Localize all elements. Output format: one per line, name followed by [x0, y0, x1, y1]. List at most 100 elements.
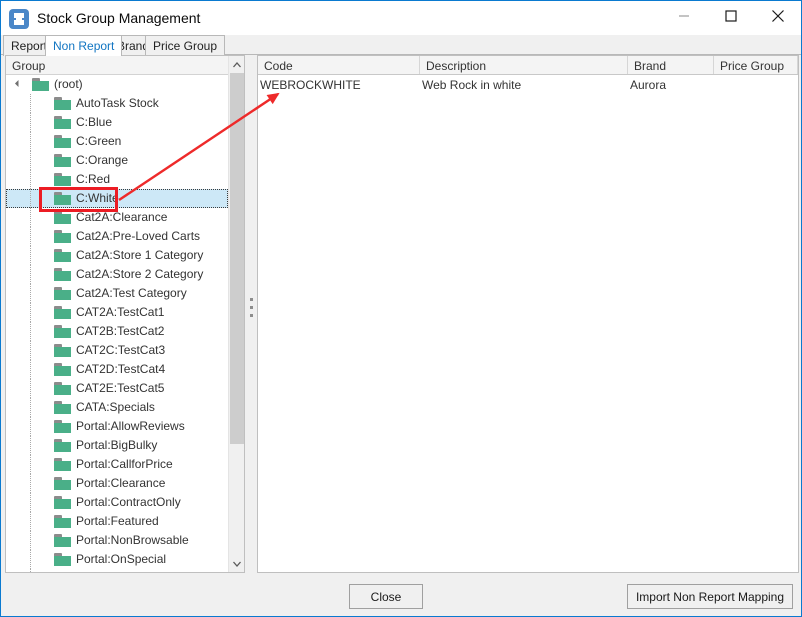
folder-icon [54, 477, 71, 490]
tree-guide-line [30, 398, 32, 417]
tree-item-portal-contractonly[interactable]: Portal:ContractOnly [6, 493, 228, 512]
tree-guide-line [30, 360, 32, 379]
tree-item-label: Cat2A:Pre-Loved Carts [76, 229, 201, 243]
tree-guide-line [30, 531, 32, 550]
grid-column-header-description[interactable]: Description [420, 56, 628, 74]
tree-item-label: CAT2E:TestCat5 [76, 381, 165, 395]
tree-item-label: C:Blue [76, 115, 113, 129]
chevron-down-icon [233, 561, 241, 567]
tree-item-cat2a-pre-loved-carts[interactable]: Cat2A:Pre-Loved Carts [6, 227, 228, 246]
panel-splitter[interactable] [246, 55, 256, 573]
tree-guide-line [30, 322, 32, 341]
tab-non-report[interactable]: Non Report [45, 35, 123, 56]
tree-item-label: Cat2A:Store 2 Category [76, 267, 204, 281]
folder-icon [54, 192, 71, 205]
tree-item-cat2a-testcat1[interactable]: CAT2A:TestCat1 [6, 303, 228, 322]
grid-column-header-brand[interactable]: Brand [628, 56, 714, 74]
stock-group-management-window: Stock Group Management Report Non Report… [0, 0, 802, 617]
tree-item-label: Portal:Clearance [76, 476, 166, 490]
folder-icon [54, 116, 71, 129]
tree-item-c-blue[interactable]: C:Blue [6, 113, 228, 132]
close-window-button[interactable] [755, 1, 801, 31]
grid-cell-description: Web Rock in white [422, 78, 522, 92]
maximize-button[interactable] [708, 1, 754, 31]
tree-guide-line [30, 550, 32, 569]
tree-guide-line [30, 170, 32, 189]
window-title: Stock Group Management [37, 10, 201, 26]
tree-scroll-up-button[interactable] [229, 56, 244, 73]
tree-item-label: Portal:Featured [76, 514, 159, 528]
folder-icon [54, 97, 71, 110]
grid-column-header-code[interactable]: Code [258, 56, 420, 74]
tree-expander-icon[interactable] [14, 79, 23, 88]
tree-item-cata-specials[interactable]: CATA:Specials [6, 398, 228, 417]
tree-item-root[interactable]: (root) [6, 75, 228, 94]
minimize-button[interactable] [661, 1, 707, 31]
tree-item-label: Cat2A:Test Category [76, 286, 187, 300]
tree-scrollbar[interactable] [228, 56, 244, 572]
tree-item-label: AutoTask Stock [76, 96, 159, 110]
tree-scroll-thumb[interactable] [230, 73, 244, 444]
tree-item-label: Portal:AllowReviews [76, 419, 185, 433]
tree-guide-line [30, 132, 32, 151]
folder-icon [54, 553, 71, 566]
folder-icon [54, 496, 71, 509]
folder-icon [54, 401, 71, 414]
tree-column-header: Group [6, 56, 244, 75]
tree-item-cat2a-test-category[interactable]: Cat2A:Test Category [6, 284, 228, 303]
tree-item-portal-featured[interactable]: Portal:Featured [6, 512, 228, 531]
folder-icon [54, 363, 71, 376]
tree-guide-line [30, 455, 32, 474]
folder-icon [54, 325, 71, 338]
tree-guide-line [30, 284, 32, 303]
tree-item-cat2b-testcat2[interactable]: CAT2B:TestCat2 [6, 322, 228, 341]
tree-item-c-white[interactable]: C:White [6, 189, 228, 208]
tree-item-portal-clearance[interactable]: Portal:Clearance [6, 474, 228, 493]
tree-item-cat2a-clearance[interactable]: Cat2A:Clearance [6, 208, 228, 227]
tree-guide-line [30, 246, 32, 265]
tab-price-group[interactable]: Price Group [145, 35, 226, 56]
tree-item-cat2c-testcat3[interactable]: CAT2C:TestCat3 [6, 341, 228, 360]
tree-item-label: CAT2C:TestCat3 [76, 343, 166, 357]
tree-item-label: Cat2A:Clearance [76, 210, 168, 224]
folder-icon [54, 534, 71, 547]
folder-icon [54, 268, 71, 281]
close-icon [772, 10, 784, 22]
tree-item-portal-bigbulky[interactable]: Portal:BigBulky [6, 436, 228, 455]
tree-guide-line [30, 493, 32, 512]
tree-item-c-green[interactable]: C:Green [6, 132, 228, 151]
tree-item-portal-onspecial[interactable]: Portal:OnSpecial [6, 550, 228, 569]
group-tree-panel: Group (root) AutoTask Stock C:Blue C:Green C… [5, 55, 245, 573]
tree-column-header-label: Group [12, 59, 46, 73]
tree-item-cat2a-store-1-category[interactable]: Cat2A:Store 1 Category [6, 246, 228, 265]
tree-item-c-red[interactable]: C:Red [6, 170, 228, 189]
grid-cell-code: WEBROCKWHITE [260, 78, 361, 92]
tree-item-cat2e-testcat5[interactable]: CAT2E:TestCat5 [6, 379, 228, 398]
group-tree[interactable]: (root) AutoTask Stock C:Blue C:Green C:Orang… [6, 75, 228, 572]
tree-item-label: CAT2A:TestCat1 [76, 305, 165, 319]
folder-icon [54, 420, 71, 433]
import-non-report-mapping-button[interactable]: Import Non Report Mapping [627, 584, 793, 609]
tree-guide-line [30, 379, 32, 398]
grid-row[interactable]: WEBROCKWHITE Web Rock in white Aurora [258, 75, 798, 95]
tree-item-partial[interactable] [6, 569, 228, 572]
title-bar: Stock Group Management [1, 1, 801, 38]
tree-item-portal-allowreviews[interactable]: Portal:AllowReviews [6, 417, 228, 436]
mapping-grid-panel: Code Description Brand Price Group WEBROCKW… [257, 55, 799, 573]
tree-item-label: CAT2D:TestCat4 [76, 362, 166, 376]
tree-item-portal-nonbrowsable[interactable]: Portal:NonBrowsable [6, 531, 228, 550]
tree-guide-line [30, 189, 32, 208]
tree-item-autotask-stock[interactable]: AutoTask Stock [6, 94, 228, 113]
tree-item-c-orange[interactable]: C:Orange [6, 151, 228, 170]
close-button[interactable]: Close [349, 584, 423, 609]
tree-guide-line [30, 227, 32, 246]
folder-icon [54, 306, 71, 319]
tree-item-cat2a-store-2-category[interactable]: Cat2A:Store 2 Category [6, 265, 228, 284]
folder-icon [54, 382, 71, 395]
grid-column-header-price-group[interactable]: Price Group [714, 56, 798, 74]
tree-scroll-down-button[interactable] [229, 555, 244, 572]
folder-icon [54, 154, 71, 167]
tree-item-portal-callforprice[interactable]: Portal:CallforPrice [6, 455, 228, 474]
tree-item-label: Portal:ContractOnly [76, 495, 181, 509]
tree-item-cat2d-testcat4[interactable]: CAT2D:TestCat4 [6, 360, 228, 379]
